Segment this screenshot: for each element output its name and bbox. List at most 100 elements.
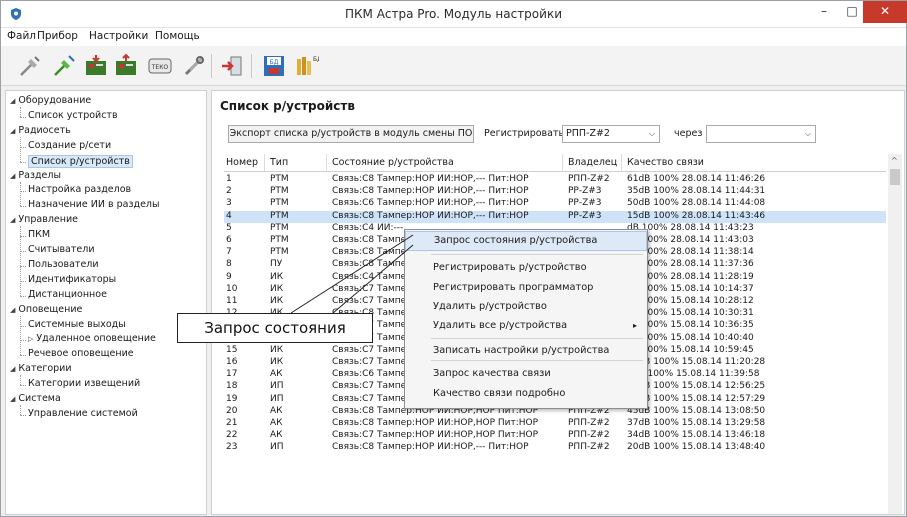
menu-help[interactable]: Помощь — [155, 30, 200, 42]
tree-connector — [20, 206, 26, 208]
tree-item-label: Система — [18, 393, 61, 404]
read-device-icon[interactable] — [83, 53, 109, 79]
save-db-icon[interactable]: БД — [261, 53, 287, 79]
menu-device[interactable]: Прибор — [37, 30, 78, 42]
column-divider[interactable] — [326, 154, 327, 172]
table-cell: 9 — [226, 271, 232, 282]
tree-item[interactable]: Категории извещений — [28, 378, 140, 389]
table-row[interactable]: 2 РТМ Связь:С8 Тампер:НОР ИИ:НОР,--- Пит:Н… — [224, 186, 886, 198]
context-menu-item[interactable]: Удалить все р/устройства ▸ — [405, 316, 647, 336]
tree-connector — [20, 295, 26, 297]
tree-item[interactable]: Создание р/сети — [28, 140, 111, 151]
scroll-thumb[interactable] — [890, 169, 900, 185]
expand-toggle-icon[interactable]: ◢ — [10, 395, 15, 403]
expand-toggle-icon[interactable]: ◢ — [10, 216, 15, 224]
expand-toggle-icon[interactable]: ◢ — [10, 365, 15, 373]
tree-item[interactable]: Настройка разделов — [28, 184, 131, 195]
table-row[interactable]: 1 РТМ Связь:С8 Тампер:НОР ИИ:НОР,--- Пит:Н… — [224, 174, 886, 186]
tree-item[interactable]: ▷ Удаленное оповещение — [28, 333, 156, 344]
teko-icon[interactable]: ТЕКО — [147, 53, 173, 79]
column-header[interactable]: Тип — [270, 157, 288, 168]
disconnect-icon[interactable] — [17, 53, 43, 79]
tree-item-label: Настройка разделов — [28, 184, 132, 196]
tree-item[interactable]: Список устройств — [28, 110, 118, 121]
table-row[interactable]: 22 АК Связь:С7 Тампер:НОР ИИ:НОР,НОР Пит:Н… — [224, 430, 886, 442]
expand-toggle-icon[interactable]: ◢ — [10, 97, 15, 105]
table-cell: РР-Z#3 — [568, 198, 602, 209]
table-row[interactable]: 4 РТМ Связь:С8 Тампер:НОР ИИ:НОР,--- Пит:Н… — [224, 210, 886, 223]
tree-item[interactable]: Речевое оповещение — [28, 348, 134, 359]
table-cell: Связь:С4 Тампер — [332, 271, 412, 282]
table-cell: Связь:С4 ИИ:--- — [332, 222, 404, 233]
expand-toggle-icon[interactable]: ▷ — [28, 335, 33, 343]
table-cell: Связь:С6 Тампер:НОР ИИ:НОР,--- Пит:НОР — [332, 198, 529, 209]
vertical-scrollbar[interactable]: ^ — [888, 154, 902, 514]
table-cell: 2 — [226, 186, 232, 197]
column-divider[interactable] — [562, 154, 563, 172]
chevron-down-icon: ⌵ — [648, 129, 655, 138]
table-cell: 11 — [226, 296, 238, 306]
column-divider[interactable] — [621, 154, 622, 172]
tree-item[interactable]: ◢ Категории — [10, 363, 72, 374]
tree-item[interactable]: ◢ Радиосеть — [10, 125, 71, 136]
tree-item[interactable]: ◢ Управление — [10, 214, 78, 225]
via-select[interactable]: ⌵ — [706, 125, 816, 143]
table-cell: 15dB 100% 28.08.14 11:43:46 — [627, 210, 766, 221]
export-button[interactable]: Экспорт списка р/устройств в модуль смен… — [228, 125, 474, 143]
tree-item[interactable]: ПКМ — [28, 229, 50, 240]
register-select[interactable]: РПП-Z#2 ⌵ — [562, 125, 660, 143]
tree-item[interactable]: Пользователи — [28, 259, 99, 270]
tree-item[interactable]: ◢ Система — [10, 393, 61, 404]
column-header[interactable]: Владелец — [568, 157, 617, 168]
context-menu-item[interactable]: Регистрировать р/устройство — [405, 258, 647, 278]
tree-item[interactable]: Управление системой — [28, 408, 138, 419]
table-cell: ИК — [270, 344, 284, 355]
context-menu-item[interactable]: Удалить р/устройство — [405, 297, 647, 317]
tree-connector — [20, 181, 21, 207]
exit-icon[interactable] — [219, 53, 245, 79]
expand-toggle-icon[interactable]: ◢ — [10, 127, 15, 135]
tree-item[interactable]: ◢ Оборудование — [10, 95, 91, 106]
table-cell: РТМ — [270, 235, 289, 245]
tree-item[interactable]: Дистанционное — [28, 289, 107, 300]
column-header[interactable]: Номер — [226, 157, 258, 168]
table-cell: 50dB 100% 28.08.14 11:44:08 — [627, 198, 766, 209]
scroll-up-icon[interactable]: ^ — [891, 156, 898, 165]
table-cell: РТМ — [270, 210, 289, 221]
load-db-icon[interactable]: БД — [293, 53, 319, 79]
tools-icon[interactable] — [181, 53, 207, 79]
connect-icon[interactable] — [51, 53, 77, 79]
context-menu-item[interactable]: Качество связи подробно — [405, 384, 647, 404]
column-header[interactable]: Состояние р/устройства — [332, 157, 454, 168]
tree-connector — [20, 414, 26, 416]
menu-file[interactable]: Файл — [7, 30, 36, 42]
expand-toggle-icon[interactable]: ◢ — [10, 172, 15, 180]
table-row[interactable]: 3 РТМ Связь:С6 Тампер:НОР ИИ:НОР,--- Пит:Н… — [224, 198, 886, 210]
column-header[interactable]: Качество связи — [627, 157, 704, 168]
tree-item[interactable]: Считыватели — [28, 244, 95, 255]
table-cell: 15 — [226, 344, 238, 355]
column-divider[interactable] — [264, 154, 265, 172]
table-row[interactable]: 21 АК Связь:С8 Тампер:НОР ИИ:НОР,НОР Пит:Н… — [224, 418, 886, 430]
table-cell: 1 — [226, 174, 232, 184]
tree-item-label: Речевое оповещение — [28, 348, 134, 360]
tree-item[interactable]: Назначение ИИ в разделы — [28, 199, 160, 210]
context-menu-item[interactable]: Запрос качества связи — [405, 364, 647, 384]
title-bar[interactable]: ПКМ Астра Pro. Модуль настройки – □ ✕ — [1, 1, 907, 28]
table-row[interactable]: 23 ИП Связь:С8 Тампер:НОР ИИ:НОР,--- Пит:Н… — [224, 442, 886, 454]
close-button[interactable]: ✕ — [863, 1, 907, 23]
tree-item[interactable]: ◢ Оповещение — [10, 304, 82, 315]
context-menu-item[interactable]: Запрос состояния р/устройства — [405, 231, 647, 251]
tree-item[interactable]: ◢ Разделы — [10, 170, 61, 181]
menu-settings[interactable]: Настройки — [89, 30, 148, 42]
tree-connector — [20, 385, 26, 387]
tree-item[interactable]: Системные выходы — [28, 319, 126, 330]
tree-item[interactable]: Идентификаторы — [28, 274, 116, 285]
context-menu-item[interactable]: Регистрировать программатор — [405, 278, 647, 298]
tree-item[interactable]: Список р/устройств — [28, 154, 133, 168]
context-menu-item[interactable]: Записать настройки р/устройства — [405, 341, 647, 361]
write-device-icon[interactable] — [113, 53, 139, 79]
context-menu-item-label: Запрос качества связи — [433, 368, 551, 379]
expand-toggle-icon[interactable]: ◢ — [10, 306, 15, 314]
minimize-button[interactable]: – — [809, 1, 839, 23]
